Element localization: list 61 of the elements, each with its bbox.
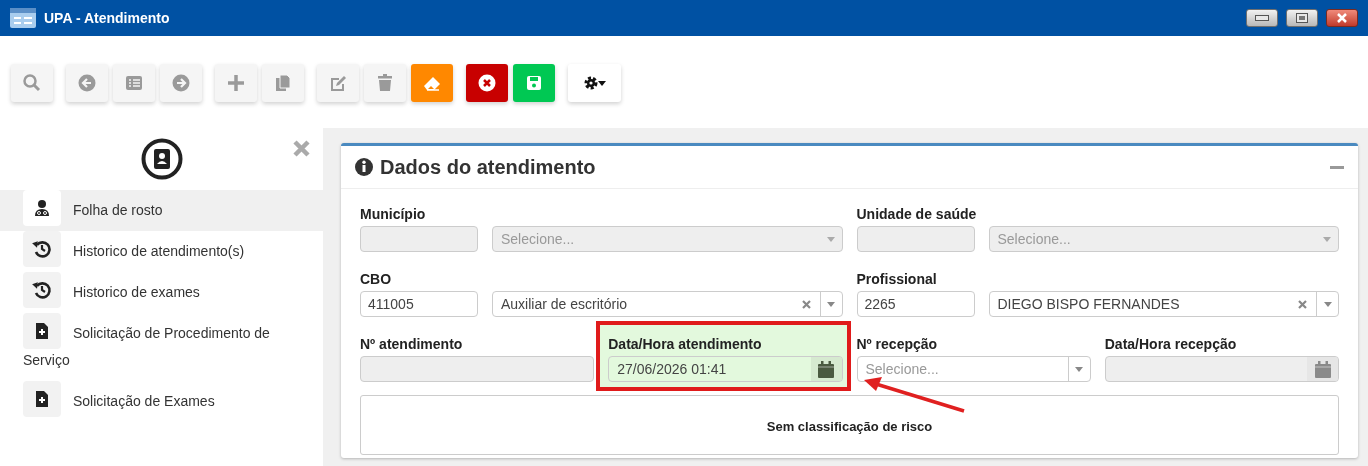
calendar-icon[interactable] [818, 360, 834, 378]
close-icon [1336, 13, 1348, 23]
clear-icon[interactable] [1298, 299, 1307, 309]
list-icon [124, 73, 144, 93]
history-icon [32, 279, 52, 300]
save-icon [524, 73, 544, 93]
field-label: Data/Hora atendimento [608, 336, 763, 352]
arrow-left-icon [77, 73, 97, 93]
caret-icon [827, 301, 835, 307]
close-button[interactable] [1326, 9, 1358, 27]
edit-button[interactable] [317, 64, 359, 102]
next-button[interactable] [160, 64, 202, 102]
field-label: Data/Hora recepção [1104, 336, 1238, 352]
doctor-icon [32, 197, 52, 218]
field-label: Unidade de saúde [856, 206, 978, 222]
maximize-button[interactable] [1286, 9, 1318, 27]
window-icon [10, 8, 36, 28]
caret-icon [826, 236, 835, 242]
maximize-icon [1296, 13, 1308, 23]
field-label: Profissional [856, 271, 938, 287]
save-button[interactable] [513, 64, 555, 102]
arrow-right-icon [171, 73, 191, 93]
caret-icon [1323, 236, 1331, 242]
field-label: Nº atendimento [360, 336, 464, 352]
clear-icon[interactable] [801, 299, 811, 309]
copy-button[interactable] [262, 64, 304, 102]
field-label: Município [360, 206, 427, 222]
trash-icon [375, 73, 395, 93]
previous-button[interactable] [66, 64, 108, 102]
edit-icon [328, 73, 348, 93]
add-button[interactable] [215, 64, 257, 102]
select-field[interactable]: DIEGO BISPO FERNANDES [988, 291, 1339, 317]
panel-title: Dados do atendimento [380, 155, 596, 180]
info-icon [354, 157, 374, 177]
date-field[interactable]: 27/06/2026 01:41 [608, 356, 843, 382]
field-label: CBO [360, 271, 393, 287]
input-field[interactable]: 411005 [360, 291, 478, 317]
delete-button[interactable] [364, 64, 406, 102]
settings-button[interactable] [568, 64, 621, 102]
history-icon [32, 238, 52, 259]
contact-card-icon [140, 138, 183, 180]
field-label: Nº recepção [856, 336, 939, 352]
list-button[interactable] [113, 64, 155, 102]
close-icon[interactable] [292, 139, 311, 158]
input-field[interactable]: 2265 [856, 291, 975, 317]
search-button[interactable] [11, 64, 53, 102]
caret-icon [1323, 301, 1332, 307]
search-icon [22, 73, 42, 93]
sidebar-item[interactable]: Folha de rosto [0, 190, 323, 231]
select-field[interactable]: Auxiliar de escritório [492, 291, 843, 317]
window-title: UPA - Atendimento [44, 8, 170, 28]
clear-button[interactable] [411, 64, 453, 102]
plus-icon [226, 73, 246, 93]
minimize-button[interactable] [1246, 9, 1278, 27]
minimize-icon [1255, 15, 1269, 21]
cancel-button[interactable] [466, 64, 508, 102]
copy-icon [273, 73, 293, 93]
caret-icon [1075, 366, 1084, 372]
risk-classification-box: Sem classificação de risco [360, 395, 1339, 455]
collapse-icon[interactable] [1330, 165, 1344, 169]
close-icon [477, 73, 497, 93]
